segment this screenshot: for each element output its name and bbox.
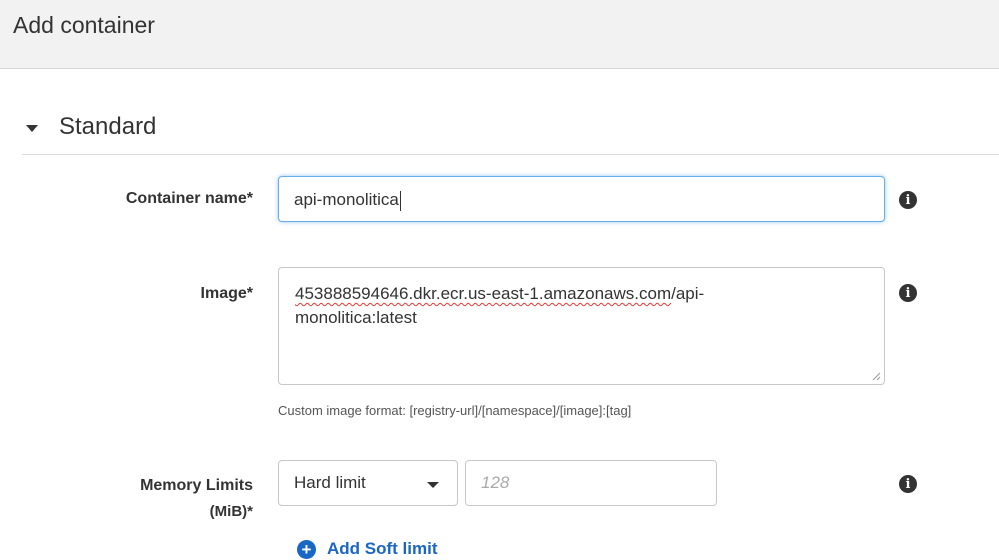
limit-type-select[interactable]: Hard limit (278, 460, 458, 506)
section-divider (22, 154, 999, 155)
modal-header: Add container (0, 0, 999, 69)
caret-down-icon (26, 124, 38, 132)
image-value-registry: 453888594646.dkr.ecr.us-east-1.amazonaws… (295, 284, 672, 303)
resize-grip-icon[interactable] (871, 371, 881, 381)
limit-type-value: Hard limit (294, 473, 366, 492)
modal-title: Add container (13, 12, 155, 38)
chevron-down-icon (427, 482, 439, 488)
image-value-repo: /api- (671, 284, 705, 303)
image-value-tag: monolitica:latest (295, 308, 417, 327)
info-icon[interactable]: i (899, 191, 917, 209)
memory-hard-limit-input[interactable] (465, 460, 717, 506)
memory-limits-label-line2: (MiB)* (209, 503, 253, 520)
info-icon[interactable]: i (899, 475, 917, 493)
section-toggle-standard[interactable]: Standard (26, 112, 156, 142)
image-help-text: Custom image format: [registry-url]/[nam… (278, 403, 632, 418)
add-soft-limit-label: Add Soft limit (327, 539, 438, 558)
memory-limits-label-line1: Memory Limits (140, 477, 253, 494)
container-name-label: Container name* (125, 190, 253, 207)
image-label: Image* (200, 285, 253, 302)
plus-circle-icon: + (297, 539, 316, 559)
container-name-value: api-monolitica (294, 190, 399, 209)
memory-limits-label: Memory Limits (MiB)* (60, 473, 253, 525)
add-soft-limit-link[interactable]: + Add Soft limit (297, 539, 437, 559)
info-icon[interactable]: i (899, 284, 917, 302)
container-name-input[interactable]: api-monolitica (278, 176, 885, 222)
text-cursor (399, 190, 401, 211)
image-textarea[interactable]: 453888594646.dkr.ecr.us-east-1.amazonaws… (278, 267, 885, 385)
section-title: Standard (59, 113, 157, 140)
